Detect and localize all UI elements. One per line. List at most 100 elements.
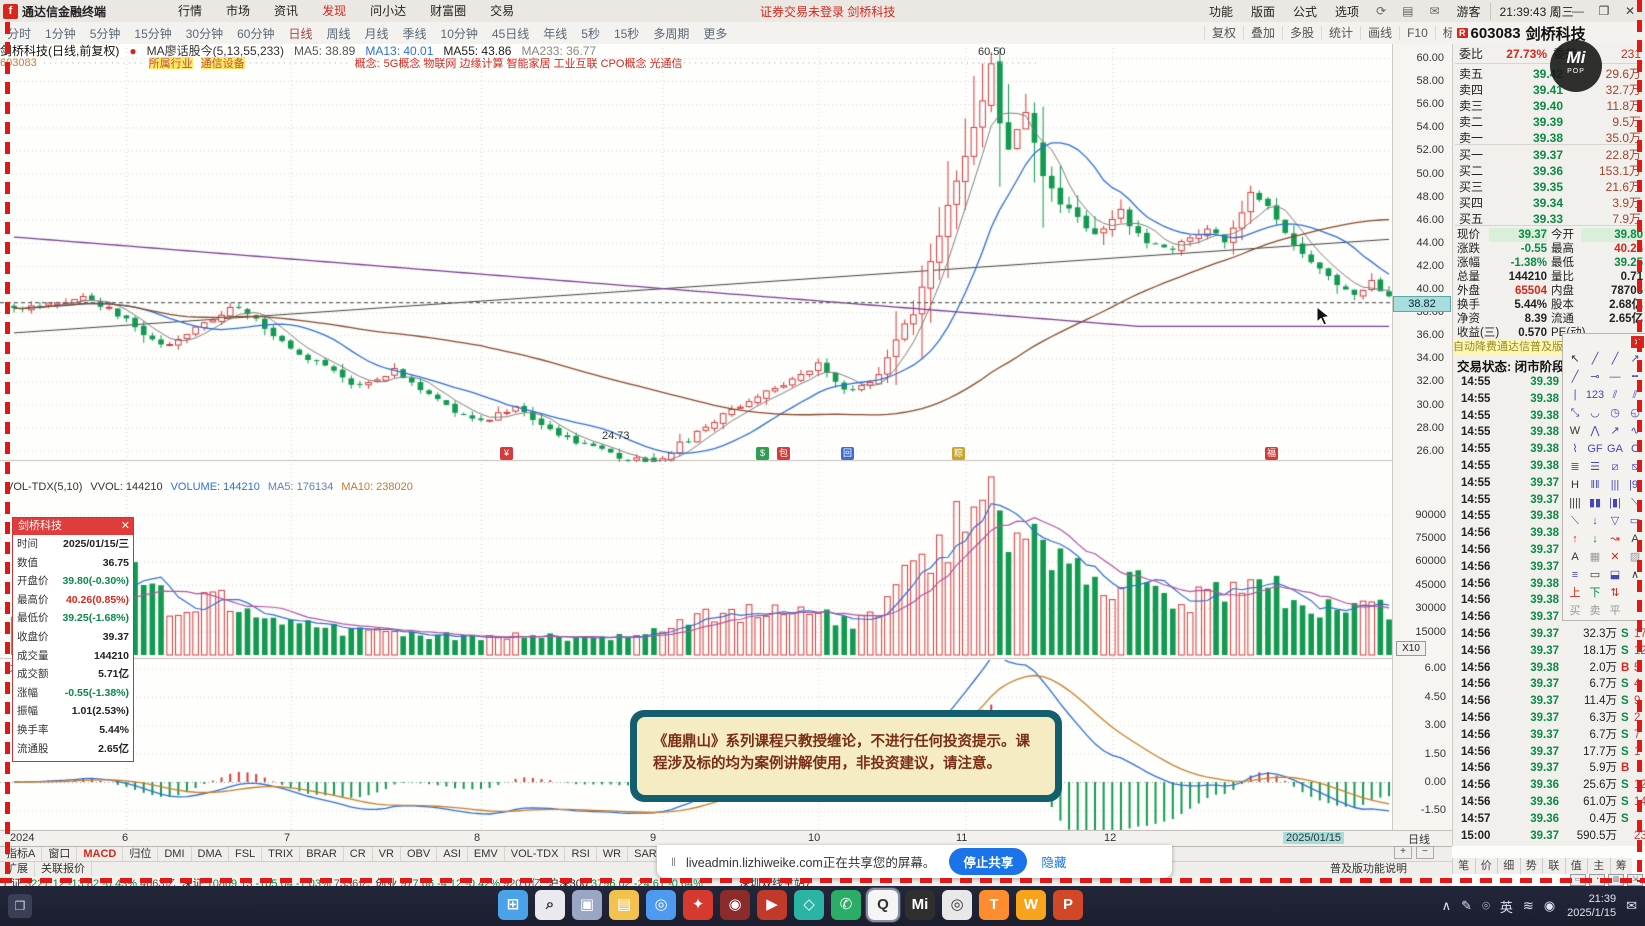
start-button[interactable]: ⊞ [498,890,528,920]
period-15分钟[interactable]: 15分钟 [127,25,178,42]
stock-app-icon[interactable]: ◉ [720,890,750,920]
draw-tool-icon[interactable]: ◷ [1605,404,1625,422]
period-周线[interactable]: 周线 [319,25,357,42]
tick-row[interactable]: 14:5639.3717.7万S1 [1453,744,1645,761]
tick-row[interactable]: 14:5639.3718.1万S12 [1453,643,1645,660]
indicator-tab-RSI[interactable]: RSI [565,847,597,862]
event-marker-icon[interactable]: 福 [1265,447,1278,460]
draw-tool-icon[interactable]: ⧄ [1605,458,1625,476]
camera-app-icon[interactable]: ◎ [942,890,972,920]
draw-tool-icon[interactable]: |▮| [1605,494,1625,512]
draw-tool-icon[interactable]: H [1565,476,1585,494]
event-marker-icon[interactable]: $ [756,447,769,460]
event-marker-icon[interactable]: 包 [777,447,790,460]
function-note-link[interactable]: 普及版功能说明 [1330,860,1407,876]
draw-tool-icon[interactable]: ⬓ [1605,566,1625,584]
x-axis-period-label[interactable]: 日线 [1408,831,1430,847]
desktop-corner-icon[interactable]: ❐ [8,894,32,918]
tick-row[interactable]: 14:5639.3625.6万S12 [1453,777,1645,794]
indicator-tab-VOL-TDX[interactable]: VOL-TDX [505,847,566,862]
period-1分钟[interactable]: 1分钟 [38,25,83,42]
indicator-tab-FSL[interactable]: FSL [229,847,263,862]
tdx-app-icon[interactable]: ✦ [683,890,713,920]
menu-公式[interactable]: 公式 [1284,3,1326,20]
industry-label[interactable]: 所属行业 [148,57,193,69]
chrome-icon[interactable]: ◎ [646,890,676,920]
mini-tab-筹[interactable]: 筹 [1609,858,1633,874]
tool-F10[interactable]: F10 [1399,26,1435,40]
draw-tool-icon[interactable]: 123 [1585,386,1605,404]
draw-tool-icon[interactable]: ↓ [1585,512,1605,530]
draw-tool-icon[interactable]: |||| [1565,494,1585,512]
calendar-icon[interactable]: ▤ [1394,4,1421,18]
menu-item-资讯[interactable]: 资讯 [262,0,310,22]
menu-item-交易[interactable]: 交易 [478,0,526,22]
indicator-tab-ASI[interactable]: ASI [437,847,468,862]
draw-tool-icon[interactable]: ✕ [1605,548,1625,566]
draw-tool-icon[interactable]: 下 [1585,584,1605,602]
buy-row[interactable]: 买一 39.37 22.8万 [1453,147,1645,163]
tick-row[interactable]: 14:5639.3711.4万S9 [1453,693,1645,710]
taskbar-clock[interactable]: 21:39 2025/1/15 [1567,892,1616,921]
draw-tool-icon[interactable]: ∧ [1625,566,1645,584]
draw-tool-icon[interactable]: 上 [1565,584,1585,602]
draw-tool-icon[interactable]: ↝ [1605,530,1625,548]
period-季线[interactable]: 季线 [396,25,434,42]
draw-tool-icon[interactable] [1625,602,1645,620]
tick-row[interactable]: 14:5639.376.7万S4 [1453,676,1645,693]
tick-row[interactable]: 14:5639.382.0万B5 [1453,660,1645,677]
draw-tool-icon[interactable]: ☰ [1585,458,1605,476]
menu-item-问小达[interactable]: 问小达 [358,0,418,22]
message-icon[interactable]: ✉ [1421,4,1447,18]
user-label[interactable]: 游客 [1448,3,1490,20]
menu-item-行情[interactable]: 行情 [166,0,214,22]
mic-icon[interactable]: ⌾ [1482,898,1490,914]
period-多周期[interactable]: 多周期 [646,25,696,42]
period-5分钟[interactable]: 5分钟 [83,25,128,42]
draw-tool-icon[interactable]: ⋀ [1585,422,1605,440]
draw-tool-icon[interactable]: ⌇ [1565,440,1585,458]
draw-tool-icon[interactable]: ||| [1605,476,1625,494]
draw-tool-icon[interactable]: ╱ [1605,350,1625,368]
zoom-in-button[interactable]: + [1394,846,1412,859]
draw-tool-icon[interactable]: 卖 [1585,602,1605,620]
indicator-tab-DMI[interactable]: DMI [158,847,192,862]
draw-tool-icon[interactable]: ▭ [1625,512,1645,530]
event-marker-icon[interactable]: 回 [841,447,854,460]
draw-tool-icon[interactable]: ∿ [1625,422,1645,440]
mini-tab-势[interactable]: 势 [1519,858,1543,874]
draw-tool-icon[interactable]: ⤡ [1565,404,1585,422]
refresh-icon[interactable]: ⟳ [1368,4,1394,18]
indicator-tab-CR[interactable]: CR [344,847,373,862]
draw-tool-icon[interactable]: |9| [1625,476,1645,494]
indicator-tab-TRIX[interactable]: TRIX [262,847,301,862]
mini-tab-联[interactable]: 联 [1542,858,1565,874]
draw-tool-icon[interactable]: ╱ [1585,350,1605,368]
sell-row[interactable]: 卖五 39.42 29.6万 [1453,66,1645,82]
draw-tool-icon[interactable]: ⧅ [1625,458,1645,476]
indicator-tab-DMA[interactable]: DMA [192,847,229,862]
tick-row[interactable]: 14:56 39.37 5.9万 B [1453,760,1645,777]
tray-chevron-icon[interactable]: ∧ [1442,898,1452,914]
indicator-tab-VR[interactable]: VR [373,847,401,862]
mini-tab-笔[interactable]: 笔 [1452,858,1475,874]
mini-tab-主[interactable]: 主 [1587,858,1610,874]
mini-tab-值[interactable]: 值 [1564,858,1588,874]
mini-tab-价[interactable]: 价 [1474,858,1498,874]
draw-tool-icon[interactable]: ⊸ [1585,368,1605,386]
draw-tool-icon[interactable]: ⫽ [1605,386,1625,404]
event-marker-icon[interactable]: 粽 [952,447,965,460]
media-app-icon[interactable]: ▶ [757,890,787,920]
draw-tool-icon[interactable]: ↗ [1605,422,1625,440]
collapse-icon[interactable]: 〈 [1539,3,1565,20]
tool-多股[interactable]: 多股 [1282,26,1321,40]
hide-link[interactable]: 隐藏 [1041,852,1066,871]
draw-tool-icon[interactable]: C [1625,440,1645,458]
ime-indicator[interactable]: 英 [1500,897,1513,916]
tick-row[interactable]: 14:5639.376.3万S2 [1453,710,1645,727]
file-explorer-icon[interactable]: ▤ [609,890,639,920]
notification-icon[interactable]: ✉ [1626,898,1637,914]
draw-tool-icon[interactable]: ╱ [1565,368,1585,386]
wifi-icon[interactable]: ≋ [1523,898,1534,914]
draw-tool-icon[interactable]: ≣ [1565,458,1585,476]
